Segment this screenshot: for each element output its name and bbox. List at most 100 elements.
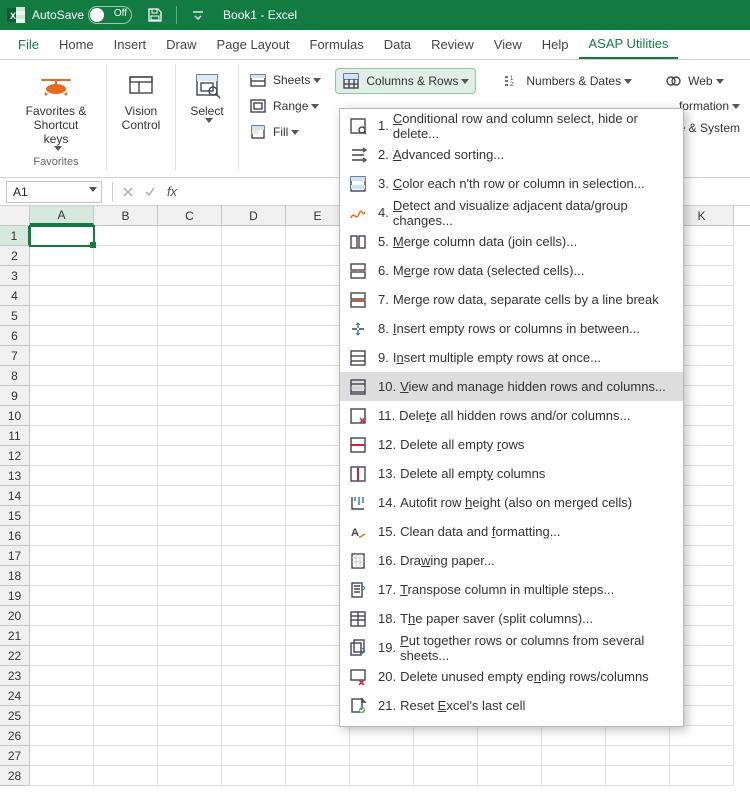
cell[interactable]	[414, 726, 478, 746]
cell[interactable]	[158, 566, 222, 586]
cell[interactable]	[158, 226, 222, 246]
cell[interactable]	[158, 266, 222, 286]
cell[interactable]	[94, 406, 158, 426]
column-header[interactable]: A	[30, 206, 94, 225]
select-button[interactable]: Select	[182, 64, 232, 127]
cell[interactable]	[414, 766, 478, 786]
row-header[interactable]: 20	[0, 606, 30, 626]
cell[interactable]	[30, 586, 94, 606]
cell[interactable]	[30, 246, 94, 266]
cell[interactable]	[158, 306, 222, 326]
cell[interactable]	[222, 566, 286, 586]
cell[interactable]	[222, 366, 286, 386]
cell[interactable]	[30, 266, 94, 286]
cell[interactable]	[30, 466, 94, 486]
cell[interactable]	[478, 766, 542, 786]
cell[interactable]	[94, 646, 158, 666]
row-header[interactable]: 3	[0, 266, 30, 286]
row-header[interactable]: 12	[0, 446, 30, 466]
cell[interactable]	[158, 726, 222, 746]
cell[interactable]	[158, 426, 222, 446]
cell[interactable]	[94, 506, 158, 526]
menu-item[interactable]: 17.Transpose column in multiple steps...	[340, 575, 683, 604]
cell[interactable]	[94, 766, 158, 786]
tab-asap-utilities[interactable]: ASAP Utilities	[579, 30, 679, 59]
save-button[interactable]	[142, 3, 168, 27]
cell[interactable]	[350, 766, 414, 786]
cell[interactable]	[94, 446, 158, 466]
row-header[interactable]: 10	[0, 406, 30, 426]
cell[interactable]	[222, 426, 286, 446]
cell[interactable]	[222, 486, 286, 506]
row-header[interactable]: 17	[0, 546, 30, 566]
numbers-dates-button[interactable]: 12 Numbers & Dates	[496, 68, 638, 94]
menu-item[interactable]: 19.Put together rows or columns from sev…	[340, 633, 683, 662]
tab-formulas[interactable]: Formulas	[300, 30, 374, 59]
row-header[interactable]: 2	[0, 246, 30, 266]
cell[interactable]	[94, 746, 158, 766]
cell[interactable]	[94, 526, 158, 546]
cell[interactable]	[222, 526, 286, 546]
cell[interactable]	[222, 606, 286, 626]
cell[interactable]	[222, 266, 286, 286]
tab-view[interactable]: View	[484, 30, 532, 59]
row-header[interactable]: 25	[0, 706, 30, 726]
cell[interactable]	[606, 746, 670, 766]
row-header[interactable]: 6	[0, 326, 30, 346]
cell[interactable]	[542, 726, 606, 746]
menu-item[interactable]: 3.Color each n'th row or column in selec…	[340, 169, 683, 198]
cell[interactable]	[94, 306, 158, 326]
cell[interactable]	[30, 506, 94, 526]
cell[interactable]	[30, 346, 94, 366]
tab-home[interactable]: Home	[49, 30, 104, 59]
cell[interactable]	[222, 286, 286, 306]
menu-item[interactable]: 8.Insert empty rows or columns in betwee…	[340, 314, 683, 343]
cell[interactable]	[158, 506, 222, 526]
cell[interactable]	[478, 746, 542, 766]
cell[interactable]	[94, 366, 158, 386]
row-header[interactable]: 28	[0, 766, 30, 786]
cell[interactable]	[158, 486, 222, 506]
cell[interactable]	[606, 766, 670, 786]
row-header[interactable]: 26	[0, 726, 30, 746]
row-header[interactable]: 21	[0, 626, 30, 646]
cell[interactable]	[30, 326, 94, 346]
cell[interactable]	[158, 446, 222, 466]
menu-item[interactable]: 5.Merge column data (join cells)...	[340, 227, 683, 256]
cell[interactable]	[94, 666, 158, 686]
cell[interactable]	[94, 426, 158, 446]
cell[interactable]	[222, 746, 286, 766]
cell[interactable]	[670, 726, 734, 746]
cell[interactable]	[222, 346, 286, 366]
cell[interactable]	[158, 406, 222, 426]
row-header[interactable]: 7	[0, 346, 30, 366]
tab-page-layout[interactable]: Page Layout	[207, 30, 300, 59]
cell[interactable]	[94, 626, 158, 646]
cell[interactable]	[30, 486, 94, 506]
cell[interactable]	[158, 746, 222, 766]
cell[interactable]	[30, 306, 94, 326]
cell[interactable]	[286, 766, 350, 786]
cell[interactable]	[94, 686, 158, 706]
cell[interactable]	[222, 446, 286, 466]
row-header[interactable]: 1	[0, 226, 30, 246]
cell[interactable]	[158, 386, 222, 406]
cell[interactable]	[30, 446, 94, 466]
cell[interactable]	[158, 766, 222, 786]
cell[interactable]	[222, 406, 286, 426]
cell[interactable]	[542, 766, 606, 786]
cell[interactable]	[222, 726, 286, 746]
cell[interactable]	[94, 606, 158, 626]
enter-formula-button[interactable]	[139, 181, 161, 203]
cell[interactable]	[158, 366, 222, 386]
cell[interactable]	[30, 606, 94, 626]
cell[interactable]	[542, 746, 606, 766]
cell[interactable]	[222, 466, 286, 486]
column-header[interactable]: B	[94, 206, 158, 225]
cell[interactable]	[30, 746, 94, 766]
cell[interactable]	[222, 546, 286, 566]
column-header[interactable]: D	[222, 206, 286, 225]
row-header[interactable]: 24	[0, 686, 30, 706]
cell[interactable]	[158, 586, 222, 606]
menu-item[interactable]: 16.Drawing paper...	[340, 546, 683, 575]
